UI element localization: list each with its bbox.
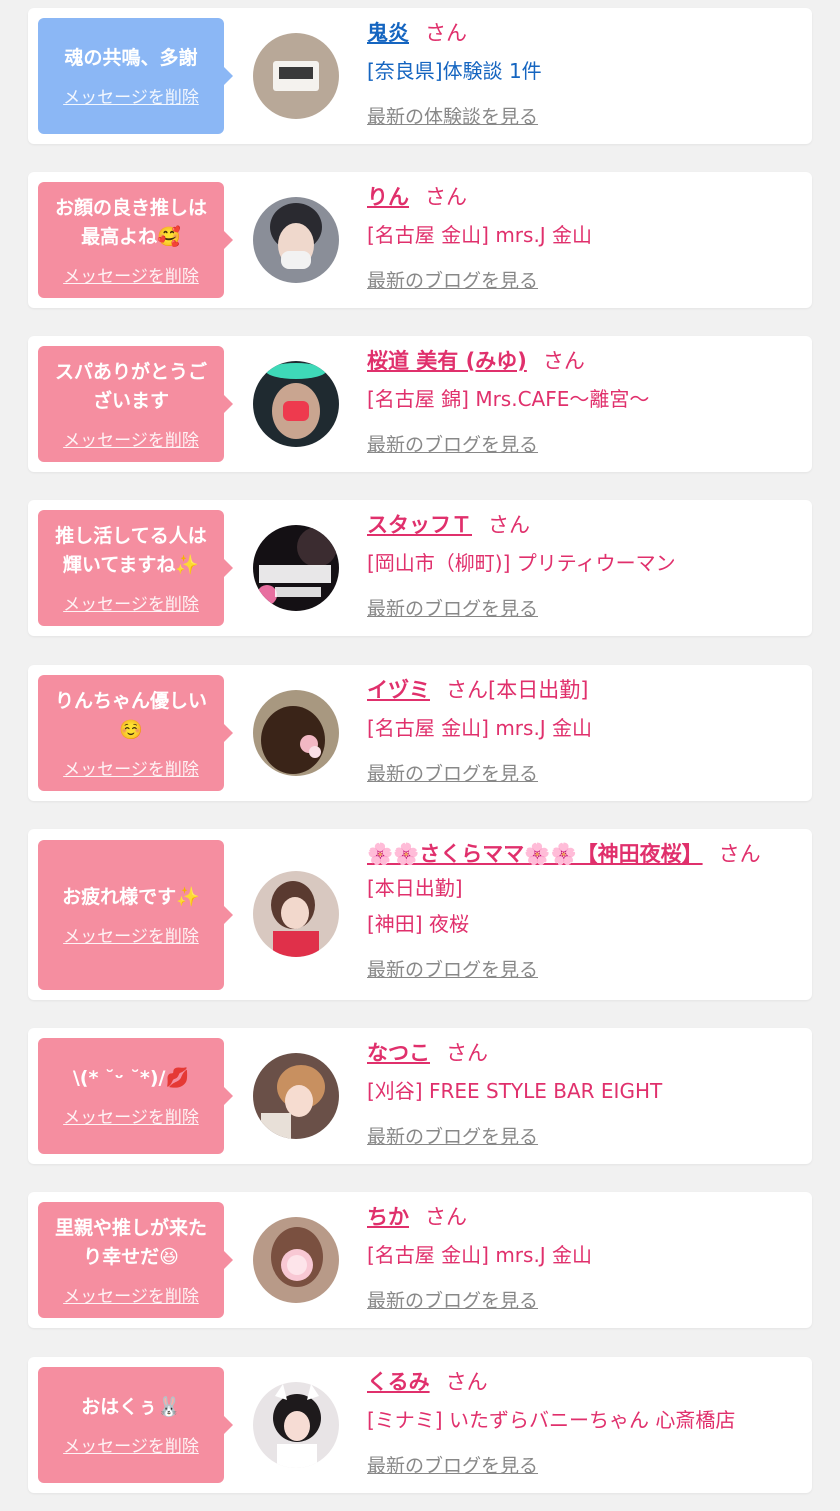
shop-detail: [ミナミ] いたずらバニーちゃん 心斎橋店 — [367, 1408, 736, 1432]
message-bubble: お顔の良き推しは最高よね🥰 メッセージを削除 — [38, 182, 233, 298]
person-photo-avatar[interactable] — [253, 1382, 339, 1468]
latest-post-link[interactable]: 最新の体験談を見る — [367, 102, 538, 129]
latest-post-link[interactable]: 最新のブログを見る — [367, 594, 538, 621]
message-list: 魂の共鳴、多謝 メッセージを削除 鬼炎 さん [奈良県]体験談 1件 最新の体験談… — [0, 0, 840, 1511]
message-bubble: 推し活してる人は輝いてますね✨ メッセージを削除 — [38, 510, 233, 626]
honorific: さん — [718, 842, 761, 866]
honorific: さん — [488, 513, 530, 537]
message-bubble: 里親や推しが来たり幸せだ😆 メッセージを削除 — [38, 1202, 233, 1318]
user-name-link[interactable]: ちか — [367, 1205, 409, 1229]
list-item: 里親や推しが来たり幸せだ😆 メッセージを削除 ちか さん [名古屋 金山] mrs… — [28, 1192, 812, 1328]
latest-post-link[interactable]: 最新のブログを見る — [367, 1286, 538, 1313]
list-item: \(* ˘ᵕ ˘*)/💋 メッセージを削除 なつこ さん [刈谷] FREE ST… — [28, 1028, 812, 1164]
delete-message-link[interactable]: メッセージを削除 — [63, 755, 199, 780]
user-name-link[interactable]: 鬼炎 — [367, 21, 409, 45]
person-photo-avatar[interactable] — [253, 1217, 339, 1303]
user-info: イヅミ さん[本日出勤] [名古屋 金山] mrs.J 金山 最新のブログを見る — [367, 675, 802, 786]
message-text: 推し活してる人は輝いてますね✨ — [55, 524, 207, 576]
shop-detail: [岡山市（柳町)] プリティウーマン — [367, 551, 676, 575]
honorific: さん — [542, 349, 585, 373]
delete-message-link[interactable]: メッセージを削除 — [63, 83, 199, 108]
latest-post-link[interactable]: 最新のブログを見る — [367, 759, 538, 786]
honorific: さん — [425, 185, 467, 209]
message-text: おはくぅ🐰 — [81, 1396, 181, 1418]
delete-message-link[interactable]: メッセージを削除 — [63, 426, 199, 451]
user-name-link[interactable]: なつこ — [367, 1041, 430, 1065]
shop-logo-avatar[interactable] — [253, 525, 339, 611]
message-text: 里親や推しが来たり幸せだ😆 — [54, 1216, 207, 1268]
message-bubble: 魂の共鳴、多謝 メッセージを削除 — [38, 18, 233, 134]
message-text: 魂の共鳴、多謝 — [64, 47, 198, 69]
message-bubble: おはくぅ🐰 メッセージを削除 — [38, 1367, 233, 1483]
user-info: くるみ さん [ミナミ] いたずらバニーちゃん 心斎橋店 最新のブログを見る — [367, 1367, 802, 1478]
user-name-link[interactable]: りん — [367, 185, 409, 209]
message-text: \(* ˘ᵕ ˘*)/💋 — [72, 1067, 190, 1089]
list-item: お顔の良き推しは最高よね🥰 メッセージを削除 りん さん [名古屋 金山] mrs… — [28, 172, 812, 308]
list-item: りんちゃん優しい☺️ メッセージを削除 イヅミ さん[本日出勤] [名古屋 金山]… — [28, 665, 812, 801]
delete-message-link[interactable]: メッセージを削除 — [63, 1432, 199, 1457]
message-text: りんちゃん優しい☺️ — [54, 689, 207, 741]
delete-message-link[interactable]: メッセージを削除 — [63, 922, 199, 947]
person-photo-avatar[interactable] — [253, 197, 339, 283]
delete-message-link[interactable]: メッセージを削除 — [63, 1282, 199, 1307]
clock-photo-avatar[interactable] — [253, 33, 339, 119]
list-item: おはくぅ🐰 メッセージを削除 くるみ さん [ミナミ] いたずらバニーちゃん 心斎… — [28, 1357, 812, 1493]
delete-message-link[interactable]: メッセージを削除 — [63, 590, 199, 615]
status-badge: [本日出勤] — [488, 678, 589, 702]
message-bubble: スパありがとうございます メッセージを削除 — [38, 346, 233, 462]
list-item: 魂の共鳴、多謝 メッセージを削除 鬼炎 さん [奈良県]体験談 1件 最新の体験談… — [28, 8, 812, 144]
person-photo-avatar[interactable] — [253, 1053, 339, 1139]
list-item: お疲れ様です✨ メッセージを削除 🌸🌸さくらママ🌸🌸【神田夜桜】 さん [本日出勤… — [28, 829, 812, 1000]
delete-message-link[interactable]: メッセージを削除 — [63, 1103, 199, 1128]
honorific: さん — [445, 1370, 488, 1394]
honorific: さん — [425, 21, 467, 45]
shop-detail: [刈谷] FREE STYLE BAR EIGHT — [367, 1079, 663, 1103]
honorific: さん — [446, 678, 488, 702]
message-bubble: \(* ˘ᵕ ˘*)/💋 メッセージを削除 — [38, 1038, 233, 1154]
user-name-link[interactable]: スタッフＴ — [367, 513, 472, 537]
user-name-link[interactable]: 🌸🌸さくらママ🌸🌸【神田夜桜】 — [367, 842, 703, 866]
message-text: お疲れ様です✨ — [62, 886, 200, 908]
shop-detail: [奈良県]体験談 1件 — [367, 59, 542, 83]
latest-post-link[interactable]: 最新のブログを見る — [367, 1451, 538, 1478]
user-name-link[interactable]: 桜道 美有 (みゆ) — [367, 349, 527, 373]
user-info: 鬼炎 さん [奈良県]体験談 1件 最新の体験談を見る — [367, 18, 802, 129]
shop-detail: [名古屋 錦] Mrs.CAFE〜離宮〜 — [367, 387, 650, 411]
latest-post-link[interactable]: 最新のブログを見る — [367, 266, 538, 293]
shop-detail: [名古屋 金山] mrs.J 金山 — [367, 1243, 593, 1267]
list-item: 推し活してる人は輝いてますね✨ メッセージを削除 スタッフＴ さん [岡山市（柳町… — [28, 500, 812, 636]
message-text: スパありがとうございます — [54, 360, 207, 412]
delete-message-link[interactable]: メッセージを削除 — [63, 262, 199, 287]
shop-detail: [神田] 夜桜 — [367, 912, 469, 936]
user-info: 🌸🌸さくらママ🌸🌸【神田夜桜】 さん [本日出勤] [神田] 夜桜 最新のブログを… — [367, 839, 802, 982]
user-info: 桜道 美有 (みゆ) さん [名古屋 錦] Mrs.CAFE〜離宮〜 最新のブログ… — [367, 346, 802, 457]
user-name-link[interactable]: くるみ — [367, 1370, 430, 1394]
status-detail: [本日出勤] — [367, 876, 463, 900]
latest-post-link[interactable]: 最新のブログを見る — [367, 1122, 538, 1149]
user-info: スタッフＴ さん [岡山市（柳町)] プリティウーマン 最新のブログを見る — [367, 510, 802, 621]
user-info: ちか さん [名古屋 金山] mrs.J 金山 最新のブログを見る — [367, 1202, 802, 1313]
user-name-link[interactable]: イヅミ — [367, 678, 430, 702]
honorific: さん — [425, 1205, 467, 1229]
latest-post-link[interactable]: 最新のブログを見る — [367, 955, 538, 982]
user-info: なつこ さん [刈谷] FREE STYLE BAR EIGHT 最新のブログを見… — [367, 1038, 802, 1149]
message-bubble: りんちゃん優しい☺️ メッセージを削除 — [38, 675, 233, 791]
message-text: お顔の良き推しは最高よね🥰 — [54, 196, 207, 248]
list-item: スパありがとうございます メッセージを削除 桜道 美有 (みゆ) さん [名古屋 … — [28, 336, 812, 472]
shop-detail: [名古屋 金山] mrs.J 金山 — [367, 716, 593, 740]
message-bubble: お疲れ様です✨ メッセージを削除 — [38, 840, 233, 990]
user-info: りん さん [名古屋 金山] mrs.J 金山 最新のブログを見る — [367, 182, 802, 293]
honorific: さん — [446, 1041, 488, 1065]
person-photo-avatar[interactable] — [253, 361, 339, 447]
shop-detail: [名古屋 金山] mrs.J 金山 — [367, 223, 593, 247]
person-photo-avatar[interactable] — [253, 871, 339, 957]
hair-photo-avatar[interactable] — [253, 690, 339, 776]
latest-post-link[interactable]: 最新のブログを見る — [367, 430, 538, 457]
